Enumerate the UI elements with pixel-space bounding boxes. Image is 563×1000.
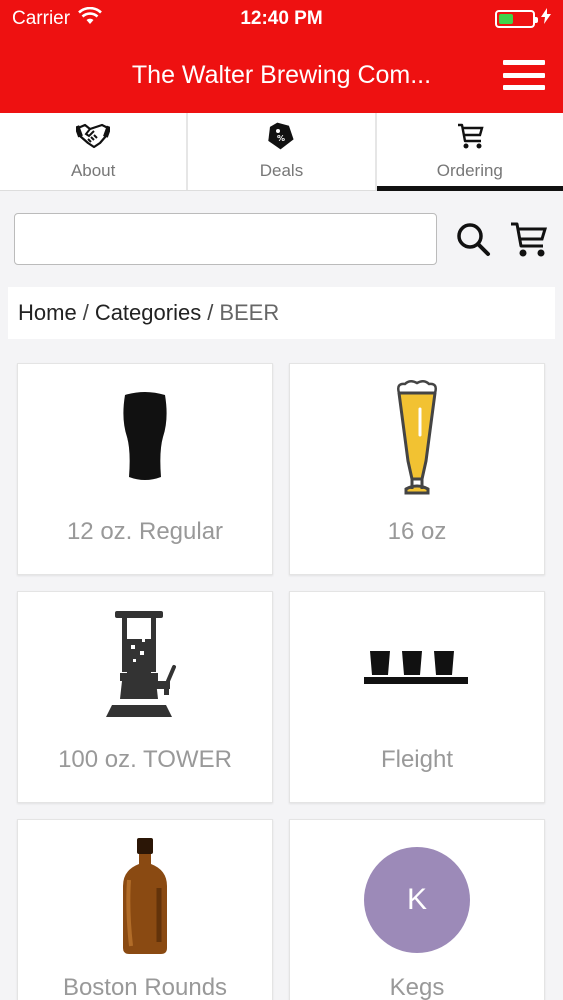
tag-percent-icon: % <box>264 122 298 155</box>
amber-bottle-icon <box>18 820 272 970</box>
category-label: 16 oz <box>387 518 447 545</box>
category-label: 100 oz. TOWER <box>58 746 232 773</box>
app-title: The Walter Brewing Com... <box>131 61 432 89</box>
app-header: The Walter Brewing Com... <box>0 38 563 113</box>
search-icon[interactable] <box>453 219 493 259</box>
search-row <box>0 191 563 287</box>
app-screen: Carrier 12:40 PM The Walter Brewing Com.… <box>0 0 563 1000</box>
category-card[interactable]: Boston Rounds <box>17 819 273 1000</box>
category-card[interactable]: K Kegs <box>289 819 545 1000</box>
flight-glasses-icon <box>290 592 544 742</box>
charging-bolt-icon <box>541 8 551 30</box>
carrier-label: Carrier <box>12 8 71 29</box>
category-label: Boston Rounds <box>62 974 228 1000</box>
category-image: K <box>290 820 544 970</box>
cart-icon <box>453 122 487 155</box>
battery-level <box>499 14 514 24</box>
category-card[interactable]: 12 oz. Regular <box>17 363 273 575</box>
category-label: Kegs <box>389 974 445 1000</box>
svg-text:%: % <box>277 134 285 143</box>
breadcrumb-current: BEER <box>219 300 280 325</box>
search-input[interactable] <box>14 213 437 265</box>
category-label: 12 oz. Regular <box>66 518 224 545</box>
breadcrumb-home[interactable]: Home <box>18 300 77 326</box>
category-grid: 12 oz. Regular 16 oz 100 oz. TOWER Fleig… <box>0 339 563 1000</box>
beer-tower-icon <box>18 592 272 742</box>
status-right <box>495 8 551 30</box>
pilsner-glass-icon <box>290 364 544 514</box>
category-card[interactable]: 100 oz. TOWER <box>17 591 273 803</box>
breadcrumb: Home / Categories / BEER <box>8 287 555 339</box>
wifi-icon <box>78 6 102 31</box>
battery-icon <box>495 10 538 28</box>
tab-bar: About % Deals Ordering <box>0 113 563 191</box>
status-left: Carrier <box>12 6 102 31</box>
category-label: Fleight <box>380 746 454 773</box>
breadcrumb-categories[interactable]: Categories <box>95 300 201 326</box>
category-card[interactable]: 16 oz <box>289 363 545 575</box>
tab-ordering-label: Ordering <box>436 161 503 180</box>
pint-glass-icon <box>18 364 272 514</box>
tab-about[interactable]: About <box>0 113 189 190</box>
breadcrumb-separator: / <box>82 300 89 325</box>
letter-avatar: K <box>364 847 470 953</box>
status-bar: Carrier 12:40 PM <box>0 0 563 38</box>
handshake-icon <box>74 122 112 155</box>
shopping-cart-icon[interactable] <box>509 219 549 259</box>
breadcrumb-separator: / <box>207 300 214 325</box>
top-bar: Carrier 12:40 PM The Walter Brewing Com.… <box>0 0 563 113</box>
tab-ordering[interactable]: Ordering <box>376 113 563 191</box>
category-card[interactable]: Fleight <box>289 591 545 803</box>
tab-about-label: About <box>70 161 116 180</box>
hamburger-menu-icon[interactable] <box>503 60 545 90</box>
tab-deals[interactable]: % Deals <box>188 113 377 190</box>
tab-deals-label: Deals <box>259 161 304 180</box>
